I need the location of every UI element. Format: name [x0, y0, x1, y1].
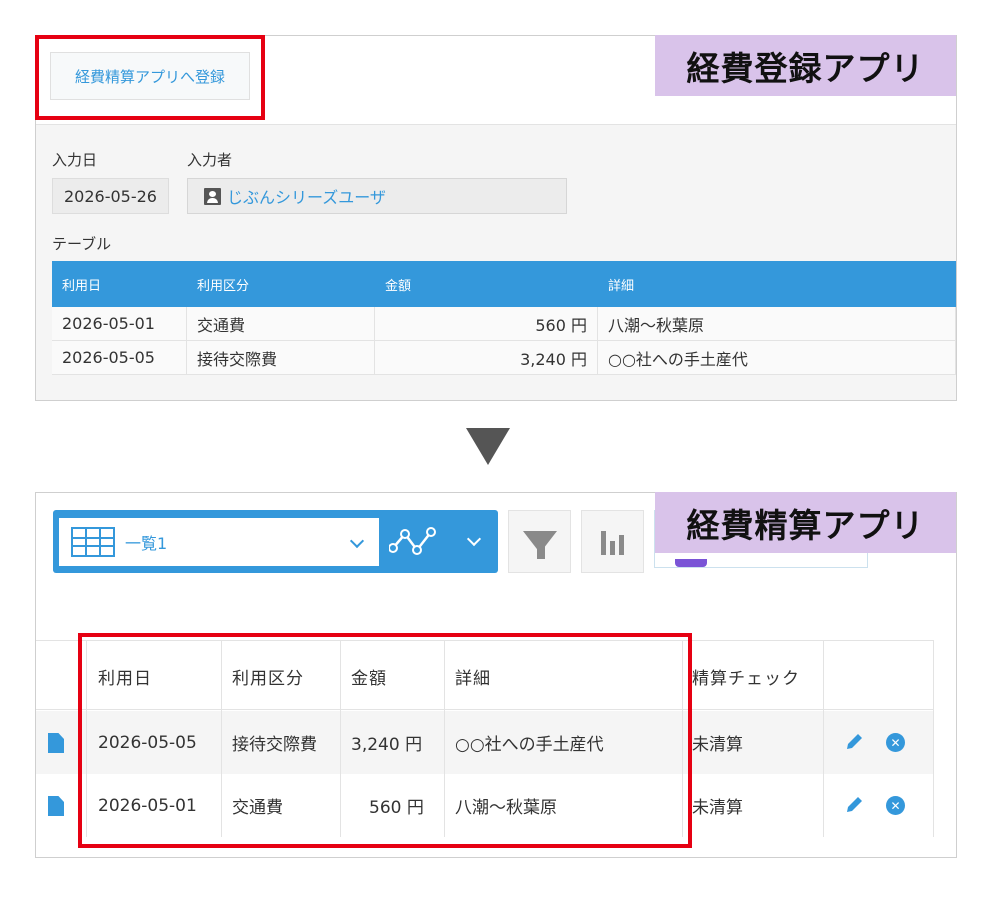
subtable-header-detail: 詳細 — [608, 278, 635, 294]
subtable-header-date: 利用日 — [62, 278, 102, 294]
view-name: 一覧1 — [125, 534, 168, 553]
column-divider — [823, 640, 824, 837]
subtable-cell-detail: 八潮～秋葉原 — [598, 307, 956, 340]
pencil-icon[interactable] — [844, 795, 864, 815]
column-divider — [933, 640, 934, 837]
registration-app-label: 経費登録アプリ — [655, 35, 956, 96]
subtable-cell-amount: 560 円 — [375, 307, 598, 340]
settlement-app-label: 経費精算アプリ — [655, 492, 956, 553]
subtable-row: 2026-05-05 接待交際費 3,240 円 ○○社への手土産代 — [52, 341, 956, 375]
document-icon[interactable] — [48, 733, 64, 753]
filter-icon-stem — [537, 545, 545, 559]
close-icon[interactable]: ✕ — [886, 796, 905, 815]
date-field-label: 入力日 — [52, 151, 98, 169]
subtable-header: 利用日 利用区分 金額 詳細 — [52, 261, 956, 307]
subtable-cell-amount: 3,240 円 — [375, 341, 598, 374]
down-arrow-icon — [466, 428, 510, 465]
table-field-label: テーブル — [52, 235, 112, 253]
register-button-highlight — [35, 35, 265, 120]
subtable-header-amount: 金額 — [385, 278, 412, 294]
subtable-cell-date: 2026-05-01 — [52, 307, 187, 340]
list-header-status: 精算チェック — [692, 668, 800, 689]
chart-button[interactable] — [581, 510, 644, 573]
subtable-row: 2026-05-01 交通費 560 円 八潮～秋葉原 — [52, 307, 956, 341]
subtable-cell-date: 2026-05-05 — [52, 341, 187, 374]
subtable-cell-category: 接待交際費 — [187, 341, 375, 374]
user-name-link[interactable]: じぶんシリーズユーザ — [227, 184, 386, 208]
list-cell-status: 未清算 — [692, 798, 743, 818]
document-icon[interactable] — [48, 796, 64, 816]
expense-subtable: 利用日 利用区分 金額 詳細 2026-05-01 交通費 560 円 八潮～秋… — [52, 261, 956, 375]
list-cell-status: 未清算 — [692, 735, 743, 755]
close-icon[interactable]: ✕ — [886, 733, 905, 752]
chevron-down-icon — [349, 533, 365, 549]
view-toolbar: 一覧1 — [53, 510, 498, 573]
subtable-cell-detail: ○○社への手土産代 — [598, 341, 956, 374]
view-selector[interactable]: 一覧1 — [59, 518, 379, 566]
record-form: 入力日 入力者 2026-05-26 じぶんシリーズユーザ テーブル 利用日 利… — [36, 125, 956, 400]
pencil-icon[interactable] — [844, 732, 864, 752]
list-highlight — [78, 633, 692, 848]
graph-icon[interactable] — [389, 526, 447, 556]
user-icon — [204, 187, 221, 205]
subtable-cell-category: 交通費 — [187, 307, 375, 340]
chevron-down-icon[interactable] — [466, 531, 482, 547]
subtable-header-category: 利用区分 — [197, 278, 250, 294]
filter-button[interactable] — [508, 510, 571, 573]
grid-icon — [71, 527, 115, 557]
user-field-label: 入力者 — [187, 151, 233, 169]
user-field-value: じぶんシリーズユーザ — [187, 178, 567, 214]
app-action-icon — [675, 559, 707, 567]
date-field-value: 2026-05-26 — [52, 178, 169, 214]
bar-chart-icon — [601, 529, 624, 555]
